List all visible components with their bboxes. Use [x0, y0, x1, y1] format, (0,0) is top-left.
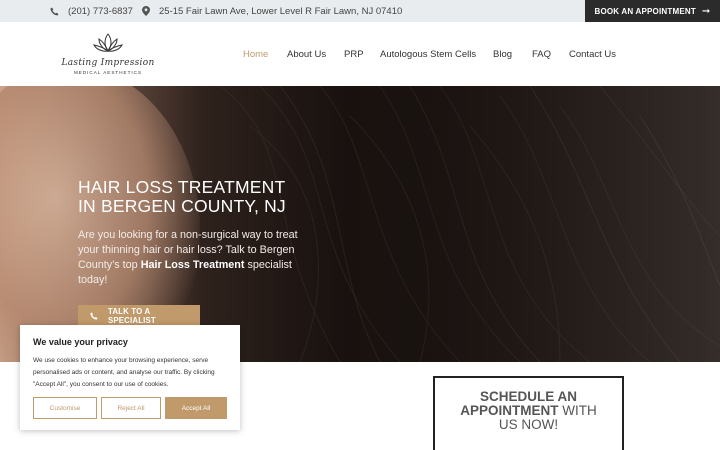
top-bar: (201) 773-6837 25-15 Fair Lawn Ave, Lowe…: [0, 0, 720, 22]
schedule-line3: US NOW!: [498, 417, 559, 432]
logo-script-text: Lasting Impression: [61, 58, 155, 68]
site-logo[interactable]: Lasting Impression MEDICAL AESTHETICS: [58, 30, 158, 78]
schedule-line2-bold: APPOINTMENT: [460, 403, 559, 418]
nav-faq[interactable]: FAQ: [532, 22, 551, 86]
nav-contact-us[interactable]: Contact Us: [569, 22, 616, 86]
nav-autologous-stem-cells[interactable]: Autologous Stem Cells: [380, 22, 476, 86]
phone-icon: [90, 312, 98, 320]
nav-about-us-label: About Us: [287, 48, 327, 60]
lotus-logo-icon: [93, 33, 123, 52]
nav-about-us[interactable]: About Us: [287, 22, 326, 86]
phone-number: (201) 773-6837: [68, 5, 133, 17]
schedule-appointment-box: SCHEDULE AN APPOINTMENT WITH US NOW!: [433, 376, 624, 450]
cookie-buttons: Customise Reject All Accept All: [33, 397, 227, 419]
nav-faq-label: FAQ: [532, 48, 552, 60]
cookie-consent-banner: We value your privacy We use cookies to …: [20, 325, 240, 430]
logo-subtitle: MEDICAL AESTHETICS: [73, 70, 143, 75]
hero-description: Are you looking for a non-surgical way t…: [78, 228, 303, 288]
hero-section: HAIR LOSS TREATMENT IN BERGEN COUNTY, NJ…: [0, 86, 720, 362]
nav-home[interactable]: Home: [243, 22, 268, 86]
nav-stem-cells-label: Autologous Stem Cells: [380, 48, 477, 60]
schedule-line2: APPOINTMENT WITH: [435, 404, 622, 418]
cookie-accept-all-button[interactable]: Accept All: [165, 397, 227, 419]
site-header: Lasting Impression MEDICAL AESTHETICS Ho…: [0, 22, 720, 86]
map-pin-icon: [142, 6, 150, 16]
nav-home-label: Home: [243, 48, 269, 60]
book-appointment-button[interactable]: BOOK AN APPOINTMENT ➞: [585, 0, 720, 22]
address-text: 25-15 Fair Lawn Ave, Lower Level R Fair …: [159, 5, 403, 17]
phone-link[interactable]: (201) 773-6837: [50, 0, 133, 22]
talk-to-specialist-button[interactable]: TALK TO A SPECIALIST: [78, 305, 200, 327]
nav-prp[interactable]: PRP: [344, 22, 364, 86]
book-appointment-label: BOOK AN APPOINTMENT: [594, 6, 696, 16]
cookie-text: We use cookies to enhance your browsing …: [33, 357, 215, 388]
hero-title: HAIR LOSS TREATMENT IN BERGEN COUNTY, NJ: [78, 178, 318, 216]
nav-blog-label: Blog: [493, 48, 513, 60]
schedule-line1: SCHEDULE AN: [479, 389, 577, 404]
address-link[interactable]: 25-15 Fair Lawn Ave, Lower Level R Fair …: [142, 0, 402, 22]
arrow-right-icon: ➞: [701, 5, 711, 17]
nav-contact-us-label: Contact Us: [569, 48, 616, 60]
nav-blog[interactable]: Blog: [493, 22, 512, 86]
hero-title-line1: HAIR LOSS TREATMENT: [78, 177, 286, 197]
hero-text-bold: Hair Loss Treatment: [140, 259, 245, 271]
cookie-customise-button[interactable]: Customise: [33, 397, 97, 419]
hero-title-line2: IN BERGEN COUNTY, NJ: [78, 196, 286, 216]
cookie-title: We value your privacy: [33, 337, 128, 347]
nav-prp-label: PRP: [344, 48, 364, 60]
schedule-line2-rest: WITH: [558, 403, 597, 418]
cookie-reject-all-button[interactable]: Reject All: [101, 397, 161, 419]
phone-icon: [50, 6, 59, 16]
talk-to-specialist-label: TALK TO A SPECIALIST: [107, 307, 156, 325]
